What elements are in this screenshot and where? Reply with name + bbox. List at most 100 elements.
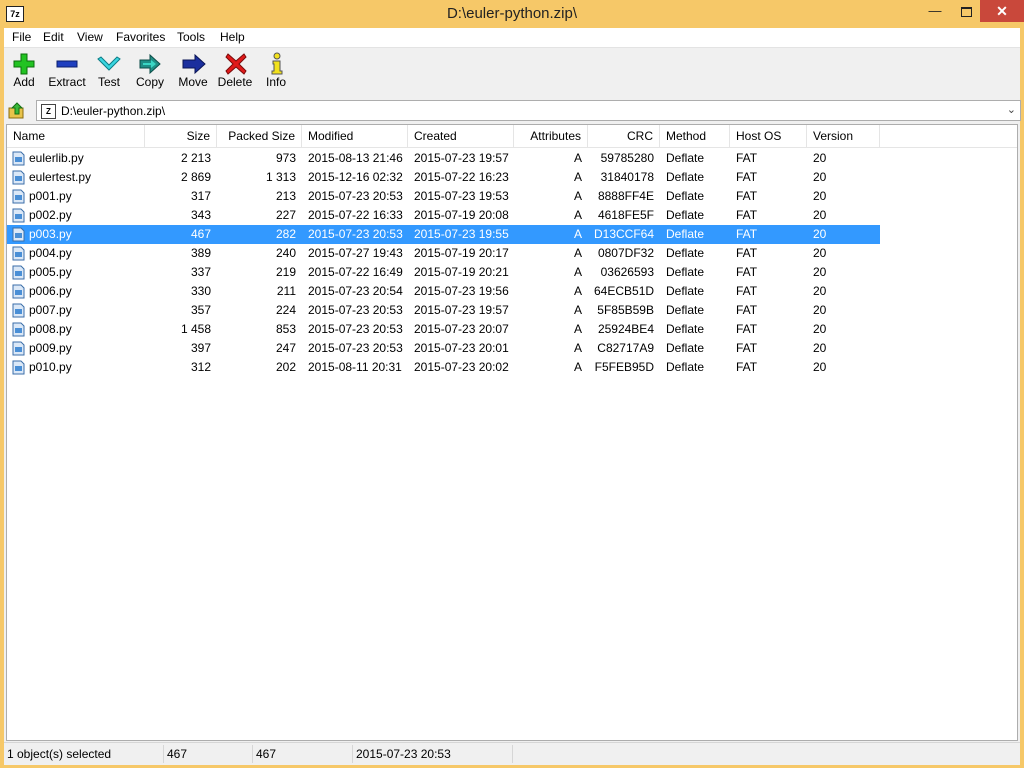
cell-size: 317	[190, 189, 211, 203]
table-row[interactable]: p004.py 389 240 2015-07-27 19:43 2015-07-19 …	[7, 244, 880, 263]
column-modified[interactable]: Modified	[302, 125, 408, 147]
cell-host-os: FAT	[736, 284, 758, 298]
window-client: File Edit View Favorites Tools Help Add …	[4, 28, 1021, 765]
cell-version: 20	[813, 208, 827, 222]
move-button[interactable]: Move	[176, 50, 210, 89]
cell-created: 2015-07-23 20:01	[414, 341, 509, 355]
cell-created: 2015-07-23 19:53	[414, 189, 509, 203]
cell-crc: 5F85B59B	[597, 303, 654, 317]
column-method[interactable]: Method	[660, 125, 730, 147]
cell-created: 2015-07-23 19:57	[414, 303, 509, 317]
column-version[interactable]: Version	[807, 125, 880, 147]
cell-packed-size: 213	[275, 189, 296, 203]
cell-packed-size: 211	[276, 284, 296, 298]
cell-attributes: A	[573, 246, 582, 260]
status-bar: 1 object(s) selected 467 467 2015-07-23 …	[4, 742, 1020, 765]
cell-host-os: FAT	[736, 303, 758, 317]
copy-button[interactable]: Copy	[134, 50, 166, 89]
folder-up-icon[interactable]	[8, 102, 24, 120]
table-row[interactable]: p009.py 397 247 2015-07-23 20:53 2015-07-23 …	[7, 339, 880, 358]
test-button[interactable]: Test	[94, 50, 124, 89]
address-combobox[interactable]: Z D:\euler-python.zip\ ⌄	[36, 100, 1021, 121]
plus-icon	[10, 50, 38, 76]
cell-packed-size: 853	[275, 322, 296, 336]
table-row[interactable]: p008.py 1 458 853 2015-07-23 20:53 2015-07-2…	[7, 320, 880, 339]
cell-size: 389	[190, 246, 211, 260]
menu-favorites[interactable]: Favorites	[116, 30, 165, 44]
table-row[interactable]: p010.py 312 202 2015-08-11 20:31 2015-07-23 …	[7, 358, 880, 377]
cell-name: p010.py	[29, 360, 72, 374]
cell-host-os: FAT	[736, 246, 758, 260]
cell-packed-size: 224	[275, 303, 296, 317]
cell-size: 343	[190, 208, 211, 222]
menu-file[interactable]: File	[12, 30, 31, 44]
table-row[interactable]: eulerlib.py 2 213 973 2015-08-13 21:46 2015-…	[7, 149, 880, 168]
cell-packed-size: 973	[275, 151, 296, 165]
window-title: D:\euler-python.zip\	[446, 5, 578, 22]
cell-host-os: FAT	[736, 227, 758, 241]
address-path[interactable]: D:\euler-python.zip\	[61, 104, 165, 118]
column-attributes[interactable]: Attributes	[514, 125, 588, 147]
cell-host-os: FAT	[736, 170, 758, 184]
cell-modified: 2015-12-16 02:32	[308, 170, 403, 184]
cell-method: Deflate	[666, 265, 705, 279]
column-host-os[interactable]: Host OS	[730, 125, 807, 147]
column-crc[interactable]: CRC	[588, 125, 660, 147]
table-row[interactable]: eulertest.py 2 869 1 313 2015-12-16 02:32 20…	[7, 168, 880, 187]
cell-name: eulertest.py	[29, 170, 92, 184]
cell-modified: 2015-07-23 20:53	[308, 227, 403, 241]
add-button[interactable]: Add	[10, 50, 38, 89]
maximize-button[interactable]	[952, 0, 980, 22]
cell-attributes: A	[573, 284, 582, 298]
cell-attributes: A	[573, 322, 582, 336]
column-name[interactable]: Name	[7, 125, 145, 147]
cell-version: 20	[813, 284, 827, 298]
info-button[interactable]: Info	[263, 50, 289, 89]
menu-help[interactable]: Help	[220, 30, 245, 44]
menu-tools[interactable]: Tools	[177, 30, 205, 44]
menu-view[interactable]: View	[77, 30, 103, 44]
menu-edit[interactable]: Edit	[43, 30, 64, 44]
cell-version: 20	[813, 246, 827, 260]
column-size[interactable]: Size	[145, 125, 217, 147]
column-header: Name Size Packed Size Modified Created A…	[7, 125, 1017, 148]
extract-button[interactable]: Extract	[47, 50, 87, 89]
cell-name: p004.py	[29, 246, 72, 260]
cell-created: 2015-07-23 20:07	[414, 322, 509, 336]
close-button[interactable]: ✕	[980, 0, 1024, 22]
cell-attributes: A	[573, 189, 582, 203]
table-row[interactable]: p006.py 330 211 2015-07-23 20:54 2015-07-23 …	[7, 282, 880, 301]
cell-host-os: FAT	[736, 151, 758, 165]
file-list[interactable]: Name Size Packed Size Modified Created A…	[6, 124, 1018, 741]
double-arrow-icon	[134, 50, 166, 76]
table-row[interactable]: p003.py 467 282 2015-07-23 20:53 2015-07-23 …	[7, 225, 880, 244]
delete-button[interactable]: Delete	[217, 50, 253, 89]
cell-packed-size: 282	[275, 227, 296, 241]
cell-attributes: A	[573, 151, 582, 165]
cell-host-os: FAT	[736, 189, 758, 203]
copy-label: Copy	[135, 75, 164, 89]
archive-icon: Z	[41, 104, 56, 119]
column-packed-size[interactable]: Packed Size	[217, 125, 302, 147]
cell-method: Deflate	[666, 284, 705, 298]
cell-size: 2 213	[180, 151, 211, 165]
cell-created: 2015-07-23 19:57	[414, 151, 509, 165]
cell-host-os: FAT	[736, 341, 758, 355]
cell-name: p009.py	[29, 341, 72, 355]
cell-version: 20	[813, 360, 827, 374]
cell-method: Deflate	[666, 227, 705, 241]
table-row[interactable]: p007.py 357 224 2015-07-23 20:53 2015-07-23 …	[7, 301, 880, 320]
table-row[interactable]: p005.py 337 219 2015-07-22 16:49 2015-07-19 …	[7, 263, 880, 282]
table-row[interactable]: p001.py 317 213 2015-07-23 20:53 2015-07-23 …	[7, 187, 880, 206]
cell-name: p001.py	[29, 189, 72, 203]
address-bar: Z D:\euler-python.zip\ ⌄	[4, 99, 1021, 124]
minimize-button[interactable]: —	[918, 0, 952, 22]
cell-modified: 2015-07-23 20:53	[308, 341, 403, 355]
cell-modified: 2015-07-22 16:49	[308, 265, 403, 279]
column-created[interactable]: Created	[408, 125, 514, 147]
cell-attributes: A	[573, 170, 582, 184]
table-row[interactable]: p002.py 343 227 2015-07-22 16:33 2015-07-19 …	[7, 206, 880, 225]
cell-version: 20	[813, 151, 827, 165]
chevron-down-icon[interactable]: ⌄	[1007, 103, 1016, 116]
cell-method: Deflate	[666, 303, 705, 317]
